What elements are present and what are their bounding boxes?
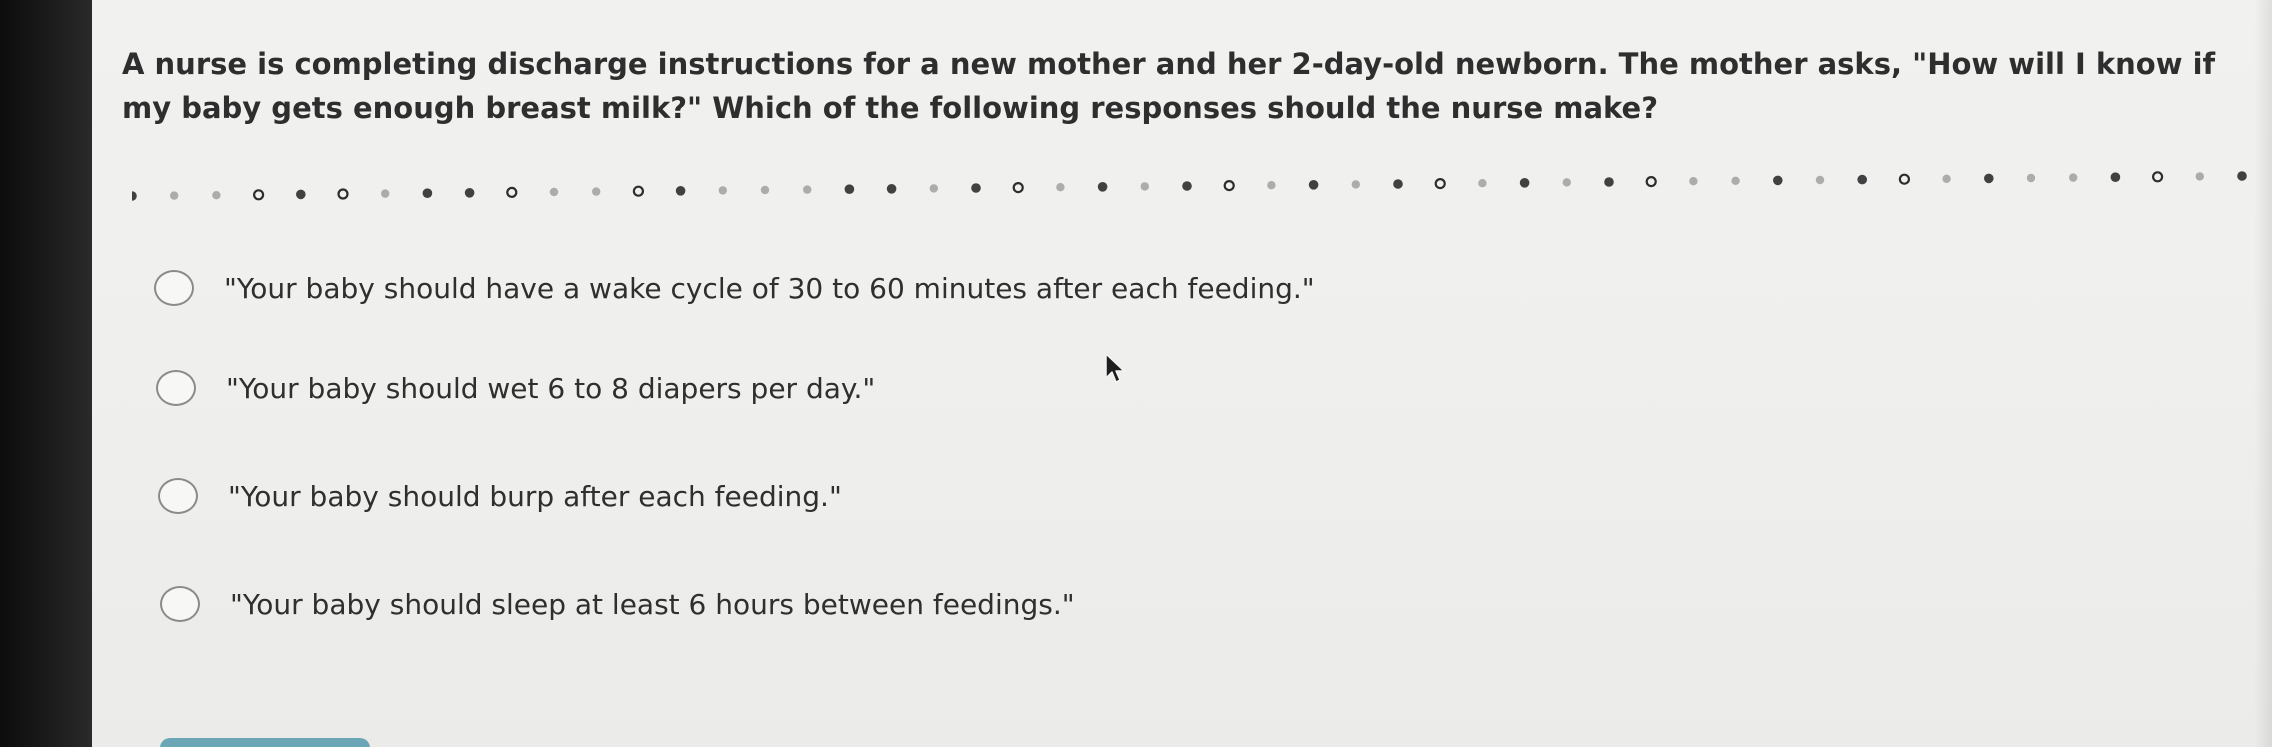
radio-button-4[interactable] [160,586,200,622]
divider-dot [2069,173,2078,182]
divider-dot [381,189,390,198]
divider-dot [337,188,349,200]
question-screen: A nurse is completing discharge instruct… [92,0,2272,747]
divider-dot [132,191,137,201]
divider-dot [1645,175,1657,188]
dotted-divider [132,171,2247,201]
divider-dot [1223,179,1235,192]
divider-dot [844,184,855,194]
divider-dot [1898,173,1911,185]
answer-option-3[interactable]: "Your baby should burp after each feedin… [158,478,842,514]
divider-dot [170,191,179,200]
question-text: A nurse is completing discharge instruct… [122,47,2216,125]
divider-dot [2151,171,2164,183]
radio-button-1[interactable] [154,270,194,306]
answer-option-1[interactable]: "Your baby should have a wake cycle of 3… [154,270,1315,306]
divider-dot [2026,173,2036,183]
divider-dot [1056,183,1065,192]
answer-option-4-label: "Your baby should sleep at least 6 hours… [230,587,1075,621]
divider-dot [1604,177,1614,187]
divider-dot [296,189,306,200]
divider-dot [549,187,559,197]
divider-dot [2237,171,2247,181]
radio-button-3[interactable] [158,478,198,514]
divider-dot [1519,178,1530,188]
divider-dot [252,189,265,201]
divider-dot [1478,179,1487,188]
continue-button[interactable] [160,738,370,747]
answer-option-2[interactable]: "Your baby should wet 6 to 8 diapers per… [156,370,875,406]
divider-dot [1773,175,1783,186]
divider-dot [1267,181,1276,190]
divider-dot [422,188,433,198]
divider-dot [1182,181,1192,191]
answer-option-3-label: "Your baby should burp after each feedin… [228,479,842,513]
divider-dot [1012,181,1024,194]
divider-dot [506,186,518,199]
divider-dot [803,185,812,194]
divider-dot [212,191,221,200]
answer-option-1-label: "Your baby should have a wake cycle of 3… [224,271,1315,305]
radio-button-2[interactable] [156,370,196,406]
divider-dot [1815,175,1825,185]
divider-dot [1731,176,1740,185]
divider-dot [1393,179,1403,189]
divider-dot [592,187,601,196]
divider-dot [971,183,981,193]
divider-dot [1689,177,1698,186]
divider-dot [2195,172,2204,181]
divider-dot [929,184,938,193]
divider-dot [1984,173,1994,184]
divider-dot [1857,174,1867,185]
divider-dot [1097,182,1108,192]
divider-dot [1351,180,1361,189]
mouse-cursor-icon [1105,353,1125,383]
divider-dot [886,184,897,194]
answer-option-2-label: "Your baby should wet 6 to 8 diapers per… [226,371,876,405]
divider-dot [1562,178,1572,187]
divider-dot [1434,177,1446,190]
divider-dot [1308,180,1319,190]
divider-dot [2110,172,2121,182]
divider-dot [760,185,770,195]
divider-dot [718,186,727,195]
divider-dot [1140,182,1149,191]
divider-dot [632,185,644,197]
divider-dot [675,186,686,196]
answer-option-4[interactable]: "Your baby should sleep at least 6 hours… [160,586,1075,622]
divider-dot [1942,174,1951,183]
screen-edge-shadow [2254,0,2272,747]
screen-bezel [0,0,92,747]
divider-dot [464,188,475,198]
